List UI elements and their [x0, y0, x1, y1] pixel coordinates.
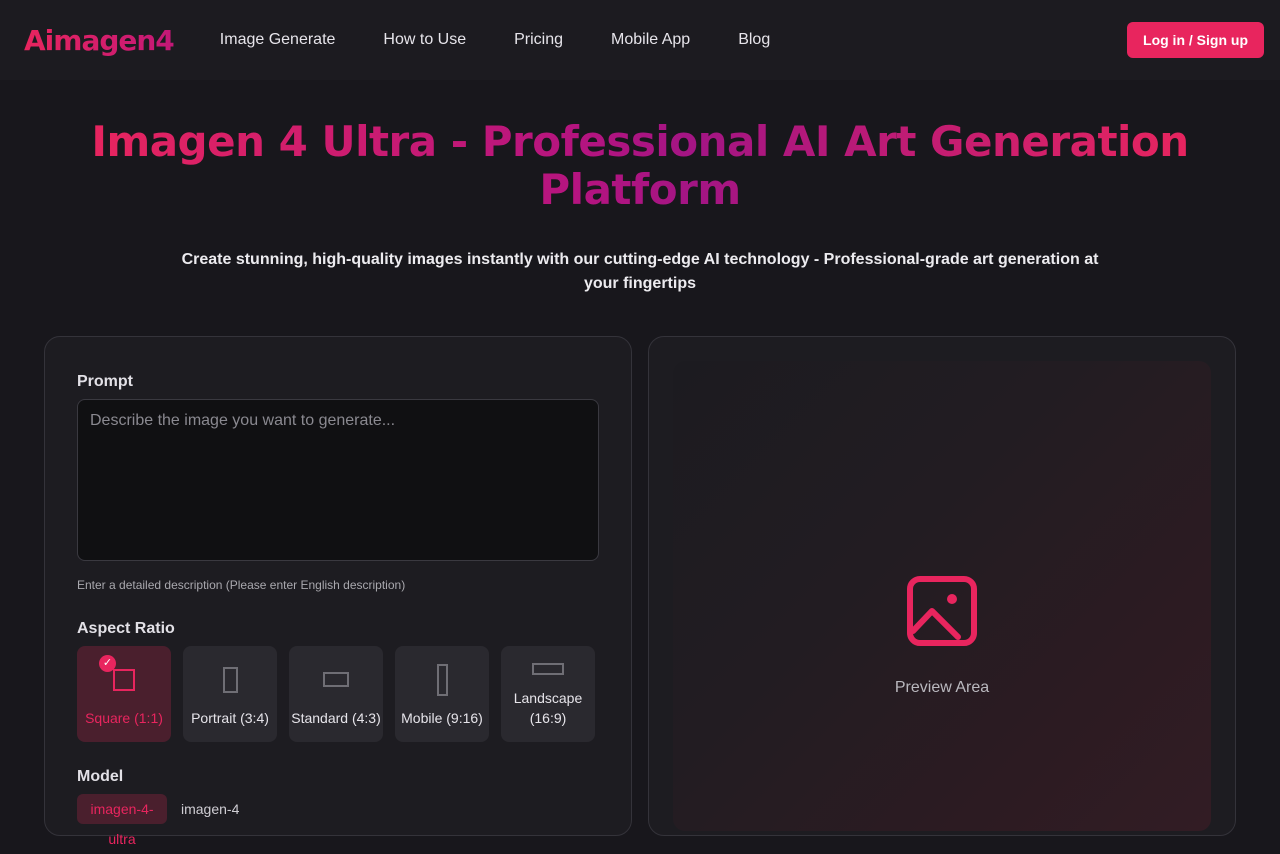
aspect-option-label: Standard (4:3) [291, 710, 381, 726]
aspect-option-label: Landscape (16:9) [513, 690, 583, 726]
model-option-selected[interactable]: imagen-4-ultra [77, 794, 167, 847]
preview-area: Preview Area [673, 361, 1211, 831]
landscape-ratio-icon [532, 663, 564, 675]
top-nav: Aimagen4 Image Generate How to Use Prici… [0, 0, 1280, 80]
aspect-option-landscape[interactable]: Landscape (16:9) [501, 646, 595, 742]
prompt-label: Prompt [77, 373, 133, 390]
nav-link-how-to-use[interactable]: How to Use [383, 31, 466, 49]
aspect-ratio-label: Aspect Ratio [77, 620, 175, 637]
square-ratio-icon [113, 669, 135, 691]
aspect-option-standard[interactable]: Standard (4:3) [289, 646, 383, 742]
model-options: imagen-4-ultra imagen-4 [77, 794, 599, 847]
model-option[interactable]: imagen-4 [181, 801, 239, 817]
prompt-input[interactable] [77, 399, 599, 561]
preview-label: Preview Area [894, 679, 990, 696]
nav-link-image-generate[interactable]: Image Generate [220, 31, 336, 49]
generation-form-card: Prompt Enter a detailed description (Ple… [44, 336, 632, 847]
page-title: Imagen 4 Ultra - Professional AI Art Gen… [80, 118, 1200, 214]
aspect-option-portrait[interactable]: Portrait (3:4) [183, 646, 277, 742]
standard-ratio-icon [323, 672, 349, 687]
page-subtitle: Create stunning, high-quality images ins… [181, 251, 1099, 292]
aspect-option-label: Square (1:1) [85, 710, 163, 726]
image-icon [907, 576, 977, 646]
model-label: Model [77, 768, 124, 785]
aspect-option-square[interactable]: ✓ Square (1:1) [77, 646, 171, 742]
login-signup-button[interactable]: Log in / Sign up [1127, 22, 1264, 58]
nav-link-blog[interactable]: Blog [738, 31, 770, 49]
mobile-ratio-icon [437, 664, 448, 696]
preview-card: Preview Area [648, 336, 1236, 836]
portrait-ratio-icon [223, 667, 238, 693]
nav-link-mobile-app[interactable]: Mobile App [611, 31, 690, 49]
aspect-option-label: Mobile (9:16) [401, 710, 483, 726]
aspect-option-mobile[interactable]: Mobile (9:16) [395, 646, 489, 742]
aspect-ratio-options: ✓ Square (1:1) Portrait (3:4) Standard (… [77, 646, 599, 742]
prompt-hint: Enter a detailed description (Please ent… [77, 578, 406, 592]
aspect-option-label: Portrait (3:4) [191, 710, 269, 726]
nav-links: Image Generate How to Use Pricing Mobile… [220, 31, 818, 49]
nav-link-pricing[interactable]: Pricing [514, 31, 563, 49]
brand-logo[interactable]: Aimagen4 [24, 24, 175, 57]
